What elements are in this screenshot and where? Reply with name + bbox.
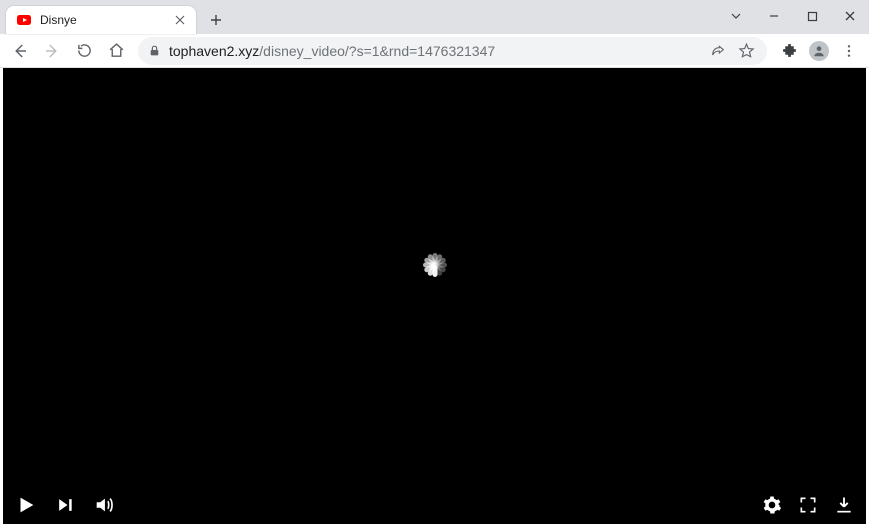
loading-spinner-icon	[413, 265, 457, 309]
window-maximize-button[interactable]	[793, 0, 831, 32]
bookmark-button[interactable]	[735, 40, 757, 62]
tab-title: Disnye	[40, 13, 172, 27]
fullscreen-button[interactable]	[798, 495, 818, 515]
profile-button[interactable]	[805, 37, 833, 65]
browser-tab[interactable]: Disnye	[6, 6, 196, 34]
volume-button[interactable]	[93, 494, 115, 516]
window-minimize-button[interactable]	[755, 0, 793, 32]
new-tab-button[interactable]	[202, 6, 230, 34]
window-close-button[interactable]	[831, 0, 869, 32]
youtube-icon	[16, 12, 32, 28]
browser-toolbar: tophaven2.xyz/disney_video/?s=1&rnd=1476…	[0, 34, 869, 68]
toolbar-right	[775, 37, 863, 65]
video-player-controls	[3, 486, 866, 524]
url-path: /disney_video/?s=1&rnd=1476321347	[259, 43, 495, 59]
download-button[interactable]	[834, 495, 854, 515]
play-button[interactable]	[15, 494, 37, 516]
back-button[interactable]	[6, 37, 34, 65]
menu-button[interactable]	[835, 37, 863, 65]
extensions-button[interactable]	[775, 37, 803, 65]
settings-button[interactable]	[762, 495, 782, 515]
forward-button[interactable]	[38, 37, 66, 65]
share-button[interactable]	[707, 40, 729, 62]
avatar-icon	[809, 41, 829, 61]
reload-button[interactable]	[70, 37, 98, 65]
url-domain: tophaven2.xyz	[169, 43, 259, 59]
lock-icon[interactable]	[148, 44, 161, 57]
window-controls	[717, 0, 869, 32]
page-content	[3, 68, 866, 524]
home-button[interactable]	[102, 37, 130, 65]
next-button[interactable]	[55, 495, 75, 515]
tab-close-button[interactable]	[172, 12, 188, 28]
window-dropdown-button[interactable]	[717, 0, 755, 32]
address-bar[interactable]: tophaven2.xyz/disney_video/?s=1&rnd=1476…	[138, 37, 767, 65]
